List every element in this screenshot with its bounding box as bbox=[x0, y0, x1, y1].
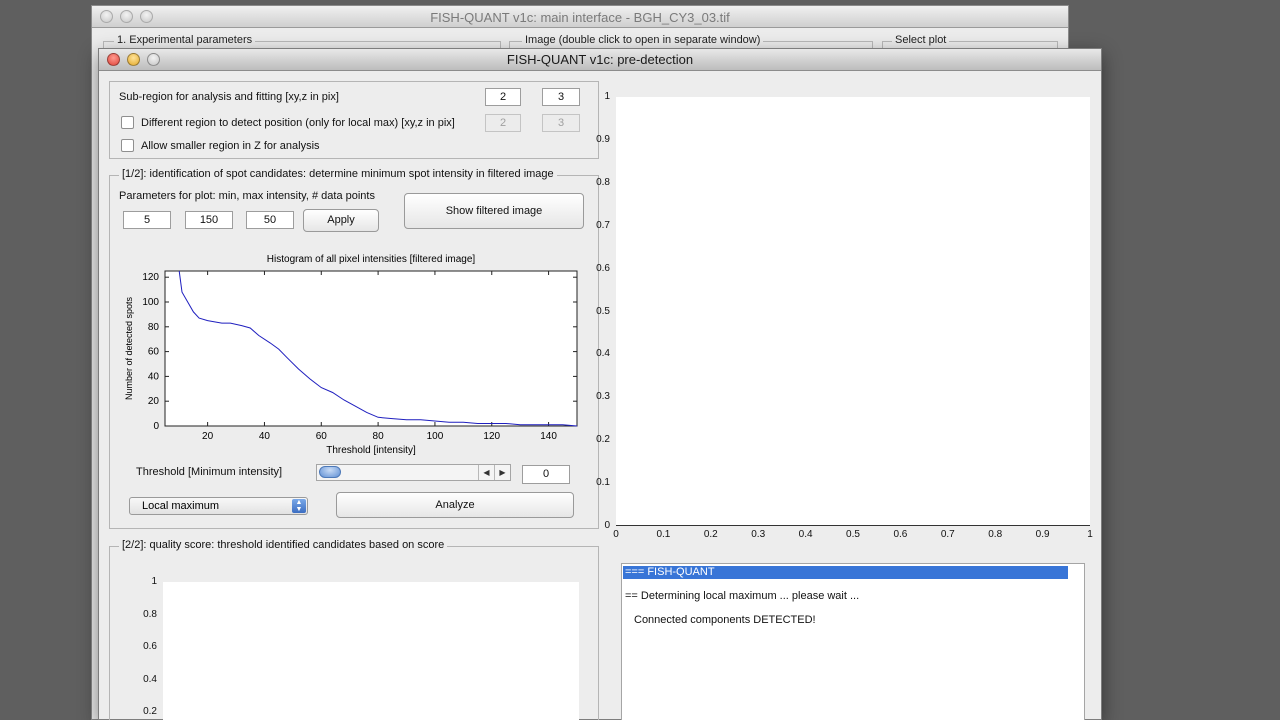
y-axis-label: Number of detected spots bbox=[124, 296, 134, 400]
different-region-z-input: 3 bbox=[542, 114, 580, 132]
main-y-tick-label: 0.9 bbox=[596, 133, 610, 145]
experimental-panel-title: 1. Experimental parameters bbox=[114, 34, 256, 46]
analyze-button[interactable]: Analyze bbox=[336, 492, 574, 518]
main-x-tick-label: 0.2 bbox=[703, 529, 718, 540]
max-intensity-input[interactable]: 150 bbox=[185, 211, 233, 229]
log-line[interactable]: === FISH-QUANT bbox=[623, 566, 1068, 579]
subregion-label: Sub-region for analysis and fitting [xy,… bbox=[119, 91, 339, 103]
quality-y-tick-label: 0.4 bbox=[143, 673, 157, 685]
main-y-tick-label: 0.2 bbox=[596, 434, 610, 446]
histogram-plot-area bbox=[164, 270, 578, 427]
x-tick-label: 40 bbox=[259, 431, 271, 442]
threshold-input[interactable]: 0 bbox=[522, 465, 570, 484]
quality-y-tick-label: 0.6 bbox=[143, 641, 157, 652]
main-x-tick-label: 0.9 bbox=[1035, 529, 1050, 540]
method-dropdown[interactable]: Local maximum ▲ ▼ bbox=[129, 497, 308, 515]
main-x-tick-label: 0.5 bbox=[846, 529, 860, 540]
select-plot-panel-title: Select plot bbox=[892, 34, 950, 46]
subregion-xy-input[interactable]: 2 bbox=[485, 88, 521, 106]
main-interface-titlebar[interactable]: FISH-QUANT v1c: main interface - BGH_CY3… bbox=[92, 6, 1068, 28]
threshold-slider[interactable]: ◀ ▶ bbox=[316, 464, 511, 481]
quality-axes bbox=[163, 582, 579, 720]
x-tick-label: 140 bbox=[540, 431, 557, 442]
min-intensity-input[interactable]: 5 bbox=[123, 211, 171, 229]
different-region-label: Different region to detect position (onl… bbox=[141, 117, 455, 129]
main-x-tick-label: 0.8 bbox=[988, 529, 1003, 540]
main-x-tick-label: 0.4 bbox=[798, 529, 813, 540]
data-points-input[interactable]: 50 bbox=[246, 211, 294, 229]
y-tick-label: 80 bbox=[148, 322, 160, 333]
x-tick-label: 60 bbox=[316, 431, 328, 442]
show-filtered-image-button[interactable]: Show filtered image bbox=[404, 193, 584, 229]
main-y-tick-label: 0.1 bbox=[596, 477, 610, 489]
main-y-tick-label: 0.3 bbox=[596, 391, 610, 403]
smaller-z-label: Allow smaller region in Z for analysis bbox=[141, 140, 320, 152]
quality-y-tick-label: 0.8 bbox=[143, 608, 157, 620]
dropdown-arrows-icon: ▲ ▼ bbox=[292, 499, 306, 513]
plot-params-label: Parameters for plot: min, max intensity,… bbox=[119, 190, 375, 202]
smaller-z-checkbox[interactable] bbox=[121, 139, 134, 152]
main-y-tick-label: 0 bbox=[604, 520, 610, 531]
y-tick-label: 100 bbox=[142, 297, 159, 308]
x-tick-label: 120 bbox=[483, 431, 500, 442]
main-x-tick-label: 0.6 bbox=[893, 529, 908, 540]
main-interface-title: FISH-QUANT v1c: main interface - BGH_CY3… bbox=[430, 10, 730, 25]
main-y-tick-label: 0.6 bbox=[596, 262, 610, 274]
apply-button[interactable]: Apply bbox=[303, 209, 379, 232]
log-line[interactable]: Connected components DETECTED! bbox=[634, 614, 816, 627]
slider-right-arrow-icon[interactable]: ▶ bbox=[494, 465, 510, 480]
subregion-z-input[interactable]: 3 bbox=[542, 88, 580, 106]
main-x-tick-label: 1 bbox=[1087, 529, 1093, 540]
quality-y-tick-label: 0.2 bbox=[143, 706, 157, 717]
detection-panel-title: [1/2]: identification of spot candidates… bbox=[119, 168, 557, 180]
pre-detection-window: FISH-QUANT v1c: pre-detection Sub-region… bbox=[98, 48, 1102, 720]
x-tick-label: 20 bbox=[202, 431, 214, 442]
quality-y-tick-label: 1 bbox=[151, 576, 157, 587]
main-y-tick-label: 1 bbox=[604, 91, 610, 102]
quality-panel-title: [2/2]: quality score: threshold identifi… bbox=[119, 539, 448, 551]
pre-detection-titlebar[interactable]: FISH-QUANT v1c: pre-detection bbox=[99, 49, 1101, 71]
main-y-tick-label: 0.8 bbox=[596, 176, 610, 188]
slider-left-arrow-icon[interactable]: ◀ bbox=[478, 465, 494, 480]
main-x-tick-label: 0.7 bbox=[940, 529, 955, 540]
y-tick-label: 0 bbox=[153, 421, 159, 432]
log-listbox[interactable]: === FISH-QUANT == Determining local maxi… bbox=[621, 563, 1085, 720]
different-region-checkbox[interactable] bbox=[121, 116, 134, 129]
main-x-tick-label: 0 bbox=[613, 529, 619, 540]
y-tick-label: 120 bbox=[142, 272, 159, 283]
different-region-xy-input: 2 bbox=[485, 114, 521, 132]
y-tick-label: 20 bbox=[148, 396, 160, 407]
x-axis-label: Threshold [intensity] bbox=[326, 445, 416, 456]
log-line[interactable]: == Determining local maximum ... please … bbox=[625, 590, 859, 603]
window-title: FISH-QUANT v1c: pre-detection bbox=[506, 52, 694, 67]
image-panel-title: Image (double click to open in separate … bbox=[522, 34, 764, 46]
main-y-tick-label: 0.5 bbox=[596, 305, 610, 317]
threshold-label: Threshold [Minimum intensity] bbox=[136, 466, 283, 478]
main-plot-axes[interactable] bbox=[616, 97, 1090, 526]
main-x-tick-label: 0.1 bbox=[656, 529, 671, 540]
main-x-tick-label: 0.3 bbox=[751, 529, 766, 540]
y-tick-label: 60 bbox=[148, 347, 160, 358]
main-y-tick-label: 0.7 bbox=[596, 219, 610, 231]
x-tick-label: 80 bbox=[373, 431, 385, 442]
method-dropdown-value: Local maximum bbox=[142, 500, 220, 512]
main-y-tick-label: 0.4 bbox=[596, 348, 610, 360]
threshold-slider-thumb[interactable] bbox=[319, 466, 341, 478]
x-tick-label: 100 bbox=[427, 431, 444, 442]
y-tick-label: 40 bbox=[148, 371, 160, 382]
histogram-chart: Histogram of all pixel intensities [filt… bbox=[124, 254, 578, 456]
chart-title: Histogram of all pixel intensities [filt… bbox=[267, 254, 476, 265]
